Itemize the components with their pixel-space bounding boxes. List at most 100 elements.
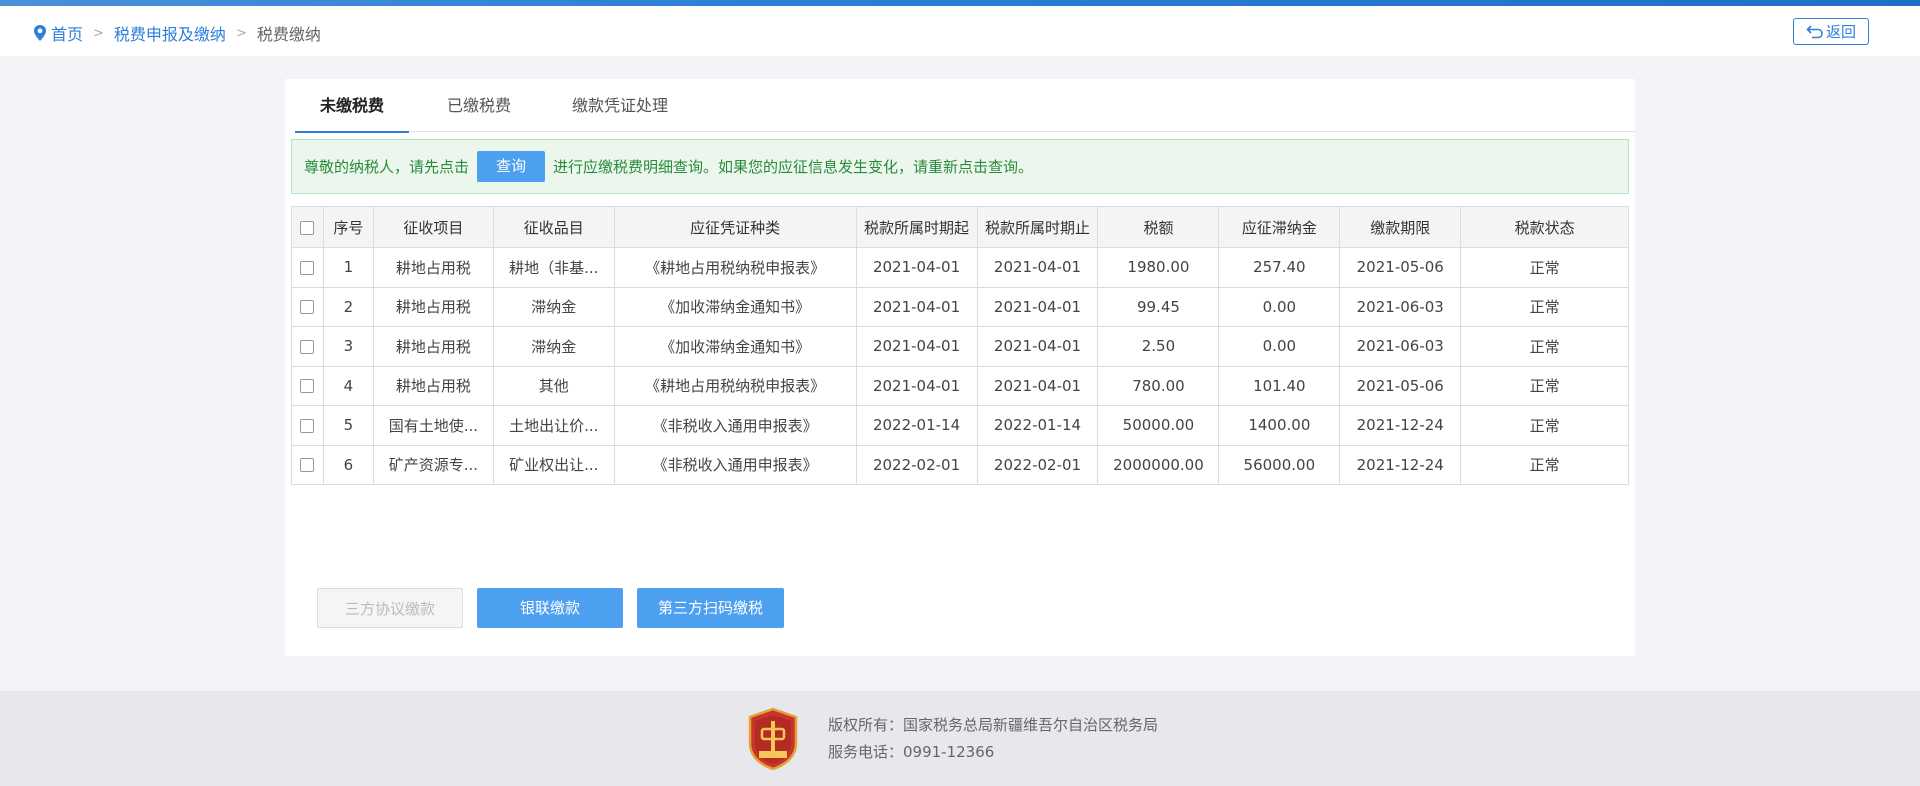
header-cell: 应征滞纳金 xyxy=(1218,206,1341,248)
query-button[interactable]: 查询 xyxy=(477,151,546,182)
table-cell: 滞纳金 xyxy=(492,286,615,327)
breadcrumb: 首页 > 税费申报及缴纳 > 税费缴纳 xyxy=(32,21,321,45)
table-cell: 2021-12-24 xyxy=(1339,405,1462,446)
scan-payment-button[interactable]: 第三方扫码缴税 xyxy=(637,588,784,628)
select-all-checkbox[interactable] xyxy=(300,220,315,235)
table-cell: 其他 xyxy=(492,365,615,406)
table-cell: 2021-04-01 xyxy=(855,326,978,367)
table-row[interactable]: 6 矿产资源专... 矿业权出让... 《非税收入通用申报表》 2022-02-01 20… xyxy=(291,444,1629,485)
table-cell: 1 xyxy=(322,247,374,288)
table-row[interactable]: 2 耕地占用税 滞纳金 《加收滞纳金通知书》 2021-04-01 2021-04-01 9… xyxy=(291,286,1629,327)
table-cell: 2000000.00 xyxy=(1097,444,1220,485)
table-cell: 2021-05-06 xyxy=(1339,247,1462,288)
table-cell: 正常 xyxy=(1460,444,1629,485)
table-cell: 50000.00 xyxy=(1097,405,1220,446)
row-checkbox[interactable] xyxy=(300,379,315,394)
table-cell: 《耕地占用税纳税申报表》 xyxy=(613,365,857,406)
row-checkbox[interactable] xyxy=(300,458,315,473)
table-cell: 2021-05-06 xyxy=(1339,365,1462,406)
row-checkbox[interactable] xyxy=(300,339,315,354)
footer-phone: 服务电话：0991-12366 xyxy=(828,743,995,761)
tab-paid[interactable]: 已缴税费 xyxy=(409,79,549,132)
table-cell: 0.00 xyxy=(1218,326,1341,367)
row-checkbox[interactable] xyxy=(300,418,315,433)
breadcrumb-parent[interactable]: 税费申报及缴纳 xyxy=(114,21,226,45)
header-cell: 征收品目 xyxy=(492,206,615,248)
table-cell: 正常 xyxy=(1460,326,1629,367)
table-cell: 正常 xyxy=(1460,286,1629,327)
row-select-cell xyxy=(291,247,324,288)
header-cell: 税款状态 xyxy=(1460,206,1629,248)
table-cell: 2021-06-03 xyxy=(1339,286,1462,327)
header-cell: 税款所属时期止 xyxy=(976,206,1099,248)
table-cell: 《非税收入通用申报表》 xyxy=(613,444,857,485)
notice-suffix: 进行应缴税费明细查询。如果您的应征信息发生变化，请重新点击查询。 xyxy=(553,158,1034,176)
table-cell: 耕地（非基... xyxy=(492,247,615,288)
row-checkbox[interactable] xyxy=(300,260,315,275)
row-checkbox[interactable] xyxy=(300,300,315,315)
table-cell: 滞纳金 xyxy=(492,326,615,367)
header-cell: 应征凭证种类 xyxy=(613,206,857,248)
table-cell: 1400.00 xyxy=(1218,405,1341,446)
unpaid-tax-table: 序号 征收项目 征收品目 应征凭证种类 税款所属时期起 税款所属时期止 税额 应… xyxy=(291,206,1629,485)
table-cell: 耕地占用税 xyxy=(372,326,494,367)
table-row[interactable]: 1 耕地占用税 耕地（非基... 《耕地占用税纳税申报表》 2021-04-01 2021… xyxy=(291,247,1629,288)
breadcrumb-separator: > xyxy=(93,25,104,41)
table-cell: 《加收滞纳金通知书》 xyxy=(613,326,857,367)
table-cell: 2022-02-01 xyxy=(855,444,978,485)
table-cell: 正常 xyxy=(1460,247,1629,288)
table-row[interactable]: 4 耕地占用税 其他 《耕地占用税纳税申报表》 2021-04-01 2021-04-01… xyxy=(291,365,1629,406)
table-cell: 《加收滞纳金通知书》 xyxy=(613,286,857,327)
table-cell: 2022-02-01 xyxy=(976,444,1099,485)
table-cell: 2021-04-01 xyxy=(855,365,978,406)
header-cell: 税额 xyxy=(1097,206,1220,248)
table-cell: 780.00 xyxy=(1097,365,1220,406)
table-cell: 101.40 xyxy=(1218,365,1341,406)
table-header-row: 序号 征收项目 征收品目 应征凭证种类 税款所属时期起 税款所属时期止 税额 应… xyxy=(291,206,1629,248)
table-cell: 2.50 xyxy=(1097,326,1220,367)
query-notice: 尊敬的纳税人，请先点击 查询 进行应缴税费明细查询。如果您的应征信息发生变化，请… xyxy=(291,139,1629,194)
table-cell: 2021-04-01 xyxy=(976,286,1099,327)
table-cell: 2021-04-01 xyxy=(976,326,1099,367)
table-cell: 矿业权出让... xyxy=(492,444,615,485)
row-select-cell xyxy=(291,326,324,367)
tab-voucher[interactable]: 缴款凭证处理 xyxy=(549,79,691,132)
unionpay-payment-button[interactable]: 银联缴款 xyxy=(477,588,623,628)
back-button[interactable]: 返回 xyxy=(1793,18,1869,45)
table-cell: 2021-06-03 xyxy=(1339,326,1462,367)
table-cell: 耕地占用税 xyxy=(372,365,494,406)
back-button-label: 返回 xyxy=(1825,23,1856,41)
table-cell: 2022-01-14 xyxy=(855,405,978,446)
table-cell: 4 xyxy=(322,365,374,406)
tab-unpaid[interactable]: 未缴税费 xyxy=(295,79,409,133)
row-select-cell xyxy=(291,286,324,327)
table-cell: 1980.00 xyxy=(1097,247,1220,288)
table-cell: 2021-04-01 xyxy=(855,286,978,327)
header-cell: 征收项目 xyxy=(372,206,494,248)
tax-bureau-emblem-icon xyxy=(748,707,798,771)
table-cell: 257.40 xyxy=(1218,247,1341,288)
header-cell: 税款所属时期起 xyxy=(855,206,978,248)
table-cell: 2021-04-01 xyxy=(855,247,978,288)
table-row[interactable]: 5 国有土地使... 土地出让价... 《非税收入通用申报表》 2022-01-14 20… xyxy=(291,405,1629,446)
table-cell: 2022-01-14 xyxy=(976,405,1099,446)
payment-button-row: 三方协议缴款 银联缴款 第三方扫码缴税 xyxy=(317,588,798,628)
table-cell: 土地出让价... xyxy=(492,405,615,446)
table-cell: 3 xyxy=(322,326,374,367)
header-cell: 序号 xyxy=(322,206,374,248)
tripartite-payment-button[interactable]: 三方协议缴款 xyxy=(317,588,463,628)
select-all-cell xyxy=(291,206,324,248)
table-cell: 《耕地占用税纳税申报表》 xyxy=(613,247,857,288)
row-select-cell xyxy=(291,405,324,446)
table-row[interactable]: 3 耕地占用税 滞纳金 《加收滞纳金通知书》 2021-04-01 2021-04-01 2… xyxy=(291,326,1629,367)
location-pin-icon xyxy=(34,25,46,41)
header-cell: 缴款期限 xyxy=(1339,206,1462,248)
breadcrumb-home[interactable]: 首页 xyxy=(51,21,83,45)
table-cell: 2021-04-01 xyxy=(976,365,1099,406)
breadcrumb-current: 税费缴纳 xyxy=(256,25,321,44)
table-cell: 0.00 xyxy=(1218,286,1341,327)
table-cell: 矿产资源专... xyxy=(372,444,494,485)
tax-payment-panel: 未缴税费 已缴税费 缴款凭证处理 尊敬的纳税人，请先点击 查询 进行应缴税费明细… xyxy=(285,79,1635,656)
footer-copyright: 版权所有：国家税务总局新疆维吾尔自治区税务局 xyxy=(828,716,1159,734)
table-cell: 耕地占用税 xyxy=(372,247,494,288)
